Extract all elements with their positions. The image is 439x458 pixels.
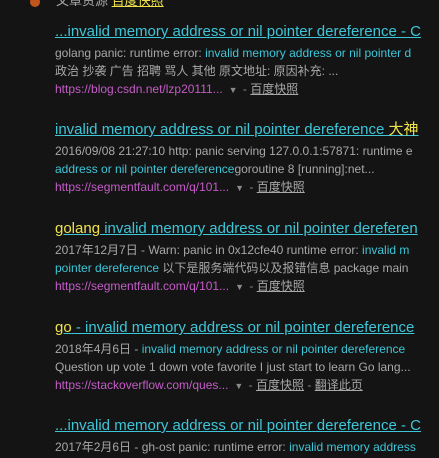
title-segment: invalid memory address or nil pointer de… [100,220,418,237]
translate-link[interactable]: 翻译此页 [315,378,363,392]
snippet-segment: invalid memory address or nil pointer d [205,46,412,60]
snapshot-link[interactable]: 百度快照 [250,82,298,96]
snippet-segment: pointer dereference [55,261,160,275]
title-segment: ...invalid memory address or nil pointer… [55,23,421,40]
result-url[interactable]: https://blog.csdn.net/lzp20111... [55,82,223,96]
result-title-link[interactable]: ...invalid memory address or nil pointer… [55,22,439,42]
title-segment: golang [55,220,101,237]
snippet-segment: invalid memory address [289,440,416,454]
snapshot-link[interactable]: 百度快照 [257,279,305,293]
result-snippet-line: 2016/09/08 21:27:10 http: panic serving … [55,142,439,160]
result-meta-row: https://blog.csdn.net/lzp20111... ▼ - 百度快… [55,80,439,99]
top-text: 文章资源 [56,0,112,8]
separator: - [245,378,257,392]
result-snippet-line: 政治 抄袭 广告 招聘 骂人 其他 原文地址: 原因补充: ... [55,62,439,80]
snippet-segment: invalid m [362,243,410,257]
snippet-segment: 政治 抄袭 广告 招聘 骂人 其他 原文地址: 原因补充: ... [55,64,339,78]
result-title-link[interactable]: invalid memory address or nil pointer de… [55,120,439,140]
separator: - [246,279,257,293]
snippet-segment: goroutine 8 [running]:net... [234,162,375,176]
result-snippet-line: golang panic: runtime error: invalid mem… [55,44,439,62]
title-segment: 大神 [388,121,419,138]
title-segment: invalid memory address or nil pointer de… [55,121,389,138]
title-segment: ...invalid memory address or nil pointer… [55,417,421,434]
result-title-link[interactable]: golang invalid memory address or nil poi… [55,219,439,239]
separator: - [239,82,251,96]
top-snapshot-link[interactable]: 百度快照 [112,0,164,8]
result-snippet-line: Question up vote 1 down vote favorite I … [55,358,439,376]
result-meta-row: https://segmentfault.com/q/101... ▼ - 百度快… [55,277,439,296]
title-segment: go [55,319,72,336]
result-meta-row: https://stackoverflow.com/ques... ▼ - 百度快… [55,376,439,395]
separator: - [246,180,257,194]
snippet-segment: 2017年2月6日 - gh-ost panic: runtime error: [55,440,290,454]
snippet-segment: Question up vote 1 down vote favorite I … [55,360,411,374]
search-result: invalid memory address or nil pointer de… [55,120,439,197]
search-result: go - invalid memory address or nil point… [55,318,439,395]
chevron-down-icon[interactable]: ▼ [235,183,244,193]
snippet-segment: address or nil pointer dereference [55,162,235,176]
snippet-segment: 2017年12月7日 - Warn: panic in 0x12cfe40 ru… [55,243,363,257]
chevron-down-icon[interactable]: ▼ [234,381,243,391]
snippet-segment: 2018年4月6日 - [55,342,142,356]
snapshot-link[interactable]: 百度快照 [256,378,304,392]
snippet-segment: 以下是服务端代码以及报错信息 package main [159,261,409,275]
result-title-link[interactable]: ...invalid memory address or nil pointer… [55,416,439,436]
result-url[interactable]: https://segmentfault.com/q/101... [55,279,229,293]
result-snippet-line: 2017年2月6日 - gh-ost panic: runtime error:… [55,438,439,456]
search-result: golang invalid memory address or nil poi… [55,219,439,296]
search-result: ...invalid memory address or nil pointer… [55,416,439,456]
snippet-segment: 2016/09/08 21:27:10 http: panic serving … [55,144,413,158]
result-snippet-line: 2018年4月6日 - invalid memory address or ni… [55,340,439,358]
separator: - [304,378,315,392]
chevron-down-icon[interactable]: ▼ [235,282,244,292]
snippet-segment: golang panic: runtime error: [55,46,206,60]
result-snippet-line: pointer dereference 以下是服务端代码以及报错信息 packa… [55,259,439,277]
result-url[interactable]: https://stackoverflow.com/ques... [55,378,228,392]
chevron-down-icon[interactable]: ▼ [229,85,238,95]
title-segment: - invalid memory address or nil pointer … [71,319,415,336]
result-meta-row: https://segmentfault.com/q/101... ▼ - 百度快… [55,178,439,197]
previous-result-tail: 文章资源 百度快照 [30,0,164,9]
result-snippet-line: address or nil pointer dereferencegorout… [55,160,439,178]
result-snippet-line: 2017年12月7日 - Warn: panic in 0x12cfe40 ru… [55,241,439,259]
result-title-link[interactable]: go - invalid memory address or nil point… [55,318,439,338]
result-url[interactable]: https://segmentfault.com/q/101... [55,180,229,194]
result-icon [30,0,40,7]
snippet-segment: invalid memory address or nil pointer de… [141,342,406,356]
search-result: ...invalid memory address or nil pointer… [55,22,439,99]
snapshot-link[interactable]: 百度快照 [257,180,305,194]
